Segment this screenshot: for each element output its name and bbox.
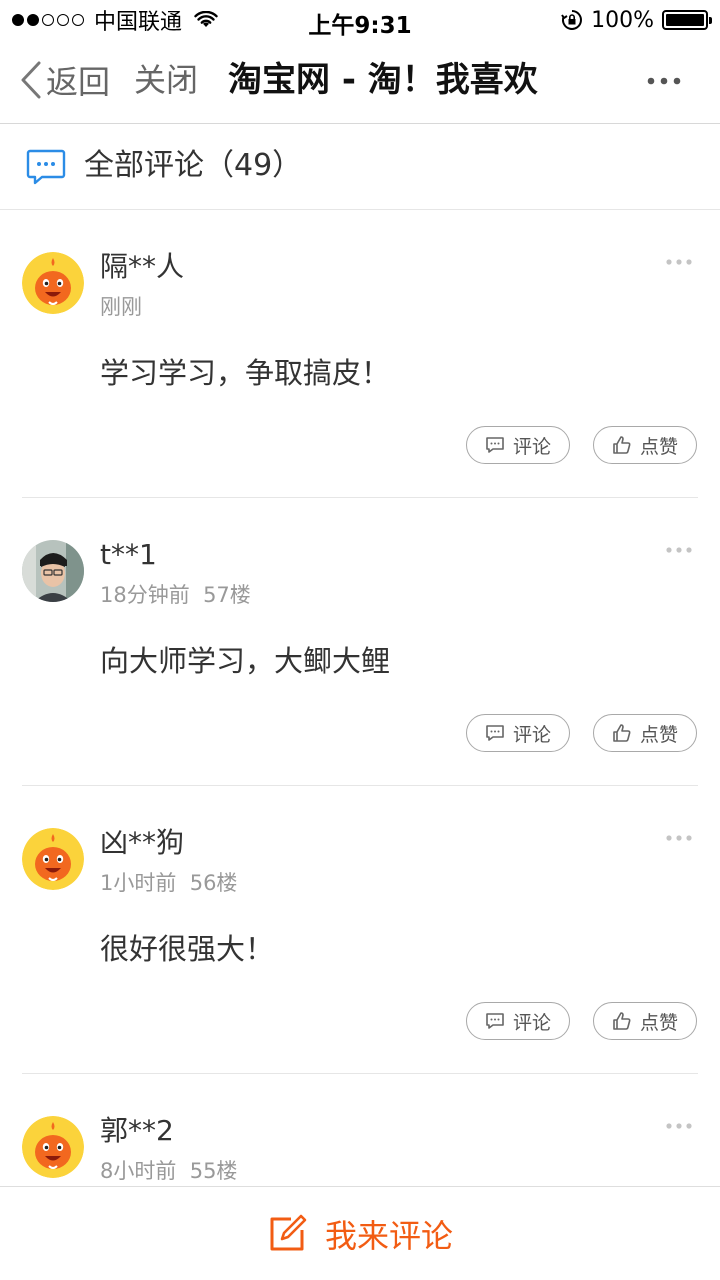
- close-button[interactable]: 关闭: [134, 58, 198, 102]
- navigation-bar: 返回 关闭 淘宝网 - 淘！我喜欢: [0, 40, 720, 124]
- status-bar: 中国联通 上午9:31 100%: [0, 0, 720, 40]
- like-button[interactable]: 点赞: [593, 426, 697, 464]
- more-options-icon[interactable]: [664, 544, 694, 556]
- comment-icon: [486, 725, 504, 741]
- reply-label: 评论: [512, 435, 551, 458]
- edit-icon: [270, 1214, 307, 1251]
- comment-meta: 刚刚: [100, 295, 142, 319]
- reply-label: 评论: [512, 1011, 551, 1034]
- thumbs-up-icon: [613, 436, 631, 454]
- like-label: 点赞: [639, 723, 678, 746]
- more-options-icon[interactable]: [664, 256, 694, 268]
- more-options-icon[interactable]: [664, 1120, 694, 1132]
- comment-item: 郭**2 8小时前 55楼: [0, 1074, 720, 1186]
- like-label: 点赞: [639, 435, 678, 458]
- like-button[interactable]: 点赞: [593, 714, 697, 752]
- person-photo-avatar[interactable]: [22, 540, 84, 602]
- write-comment-label: 我来评论: [324, 1217, 453, 1255]
- comment-author[interactable]: 隔**人: [100, 248, 184, 286]
- more-options-icon[interactable]: [664, 832, 694, 844]
- mascot-avatar[interactable]: [22, 1116, 84, 1178]
- comments-header: 全部评论（49）: [0, 124, 720, 210]
- comment-icon: [486, 1013, 504, 1029]
- more-options-icon[interactable]: [644, 66, 684, 96]
- comment-author[interactable]: 郭**2: [100, 1112, 174, 1150]
- mascot-avatar[interactable]: [22, 828, 84, 890]
- reply-button[interactable]: 评论: [466, 426, 570, 464]
- comment-author[interactable]: t**1: [100, 536, 157, 574]
- rotation-lock-icon: [561, 10, 583, 30]
- reply-button[interactable]: 评论: [466, 714, 570, 752]
- status-right: 100%: [561, 6, 712, 34]
- thumbs-up-icon: [613, 1012, 631, 1030]
- comment-text: 很好很强大！: [100, 932, 275, 966]
- battery-percent: 100%: [591, 7, 654, 33]
- write-comment-button[interactable]: 我来评论: [0, 1187, 720, 1280]
- comment-bubble-icon: [26, 149, 66, 185]
- comment-item: t**1 18分钟前 57楼 向大师学习，大鲫大鲤 评论 点赞: [0, 498, 720, 786]
- comment-item: 隔**人 刚刚 学习学习，争取搞皮！ 评论 点赞: [0, 210, 720, 498]
- like-label: 点赞: [639, 1011, 678, 1034]
- bottom-bar: 我来评论: [0, 1186, 720, 1280]
- comment-text: 学习学习，争取搞皮！: [100, 356, 391, 390]
- thumbs-up-icon: [613, 724, 631, 742]
- chevron-left-icon: [21, 61, 41, 99]
- back-label: 返回: [46, 63, 111, 101]
- comment-icon: [486, 437, 504, 453]
- comment-item: 凶**狗 1小时前 56楼 很好很强大！ 评论 点赞: [0, 786, 720, 1074]
- page-title: 淘宝网 - 淘！我喜欢: [228, 60, 538, 100]
- comment-text: 向大师学习，大鲫大鲤: [100, 644, 391, 678]
- battery-icon: [662, 10, 712, 30]
- mascot-avatar[interactable]: [22, 252, 84, 314]
- comment-meta: 1小时前 56楼: [100, 871, 238, 895]
- like-button[interactable]: 点赞: [593, 1002, 697, 1040]
- reply-label: 评论: [512, 723, 551, 746]
- back-button[interactable]: 返回: [20, 58, 110, 102]
- comments-count-title: 全部评论（49）: [84, 148, 303, 183]
- comment-meta: 18分钟前 57楼: [100, 583, 251, 607]
- reply-button[interactable]: 评论: [466, 1002, 570, 1040]
- comment-meta: 8小时前 55楼: [100, 1159, 238, 1183]
- comment-author[interactable]: 凶**狗: [100, 824, 184, 862]
